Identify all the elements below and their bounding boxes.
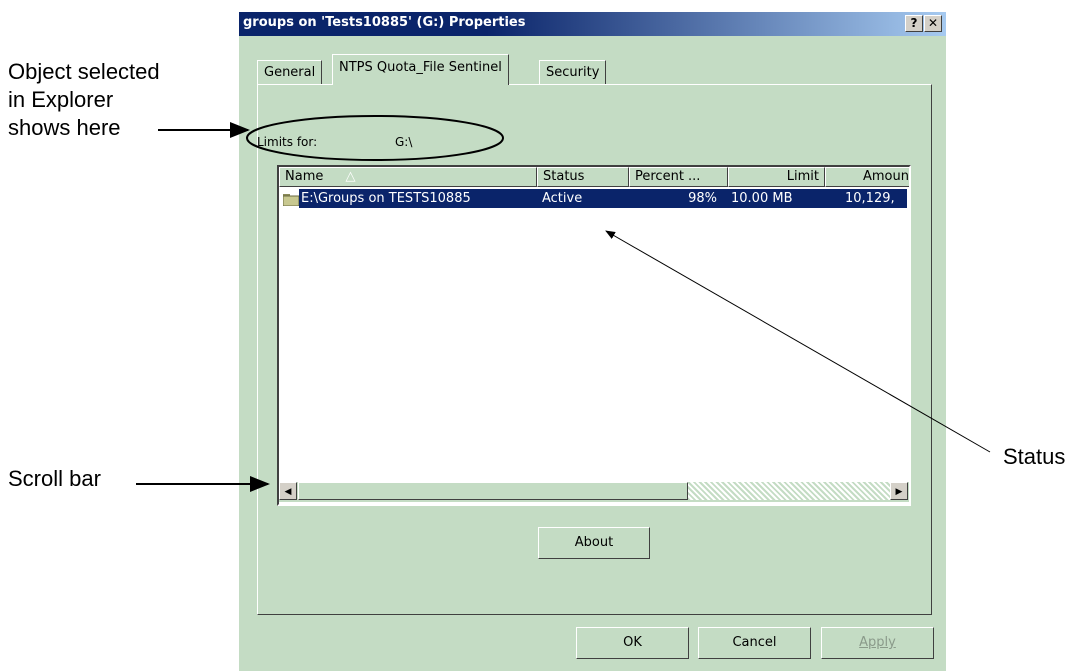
annotation-overlay	[136, 115, 991, 492]
status-callout-arrow	[605, 230, 991, 453]
tab-ntps-quota[interactable]: NTPS Quota_File Sentinel	[332, 54, 509, 85]
limits-highlight-ellipse	[246, 115, 504, 161]
